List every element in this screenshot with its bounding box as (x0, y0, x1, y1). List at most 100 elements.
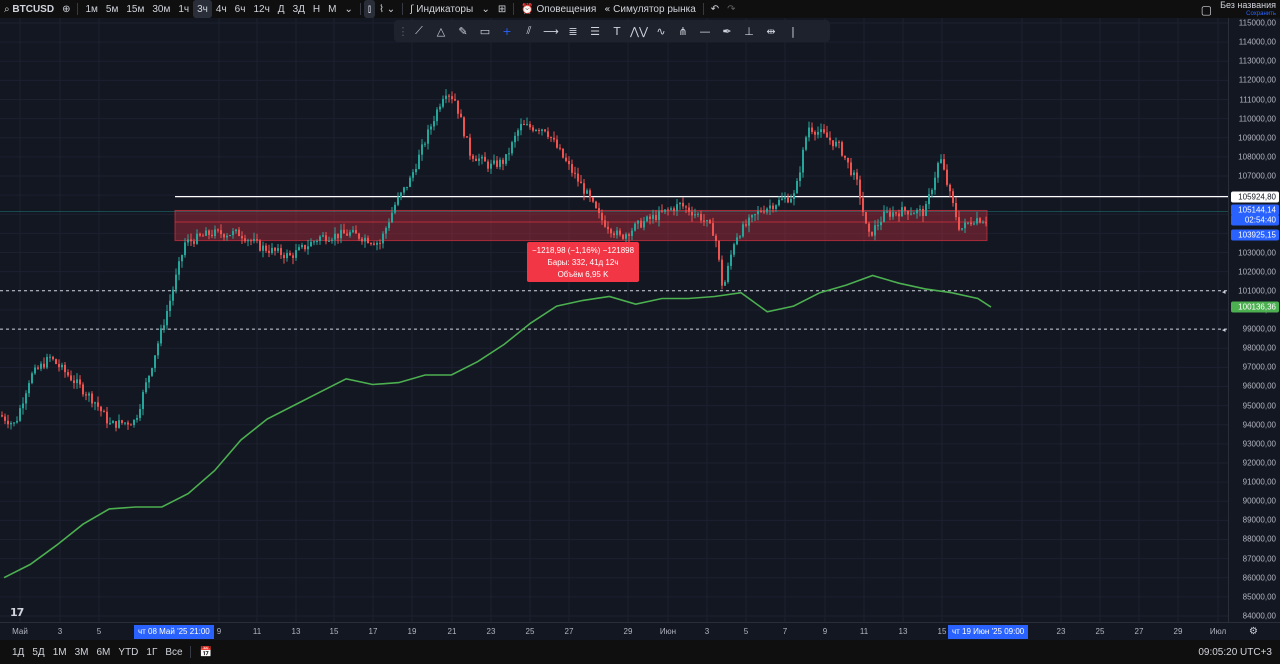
candle-body (205, 230, 207, 236)
interval-button[interactable]: 6ч (231, 0, 250, 18)
interval-button[interactable]: 12ч (249, 0, 273, 18)
clock-time[interactable]: 09:05:20 UTC+3 (1198, 647, 1272, 658)
candle-body (553, 137, 555, 140)
range-button[interactable]: 6М (93, 647, 115, 658)
indicators-button[interactable]: ʃ Индикаторы ⌄ (406, 0, 494, 18)
candle-body (799, 172, 801, 181)
pattern-icon[interactable]: ⋀⋁ (628, 20, 650, 42)
candle-body (283, 255, 285, 259)
range-button[interactable]: 1Д (8, 647, 28, 658)
interval-button[interactable]: 1ч (174, 0, 193, 18)
time-axis[interactable]: Июл29272523211513119753Июн29272523211917… (0, 622, 1280, 640)
interval-button[interactable]: Н (309, 0, 324, 18)
templates-button[interactable]: ⊞ (494, 0, 510, 18)
range-button[interactable]: 3М (71, 647, 93, 658)
interval-button[interactable]: 3Д (289, 0, 309, 18)
compare-add-button[interactable]: ⊕ (58, 0, 74, 18)
candle-body (298, 247, 300, 251)
parallel-channel-icon[interactable]: ⫽ (518, 20, 540, 42)
date-range-icon[interactable]: ⇹ (760, 20, 782, 42)
price-chart[interactable]: ◂◂ (0, 18, 1228, 622)
horizontal-lines-icon[interactable]: ☰ (584, 20, 606, 42)
candle-body (304, 245, 306, 250)
interval-button[interactable]: М (324, 0, 340, 18)
brush-icon[interactable]: ✎ (452, 20, 474, 42)
candle-body (712, 223, 714, 236)
text-icon[interactable]: T (606, 20, 628, 42)
candle-body (289, 253, 291, 256)
symbol-search[interactable]: ⌕ BTCUSD (0, 0, 58, 18)
undo-button[interactable]: ↶ (707, 0, 723, 18)
replay-button[interactable]: « Симулятор рынка (600, 0, 700, 18)
horizontal-ray-icon[interactable]: — (694, 20, 716, 42)
price-label: 84000,00 (1242, 611, 1276, 621)
time-badge-start: чт 08 Май '25 21:00 (134, 625, 214, 639)
top-toolbar: ⌕ BTCUSD ⊕ 1м 5м 15м 30м 1ч 3ч 4ч 6ч 12ч Д 3Д Н М ⌄ … (0, 0, 1280, 18)
range-button[interactable]: 5Д (28, 647, 48, 658)
candle-body (829, 137, 831, 141)
range-button[interactable]: 1М (49, 647, 71, 658)
fib-retracement-icon[interactable]: ≣ (562, 20, 584, 42)
candle-body (691, 211, 693, 216)
candle-body (724, 281, 726, 286)
fib-icon[interactable]: △ (430, 20, 452, 42)
redo-button[interactable]: ↷ (723, 0, 739, 18)
candle-body (343, 229, 345, 234)
time-label: 23 (1056, 627, 1066, 636)
interval-button[interactable]: 3ч (193, 0, 212, 18)
interval-button[interactable]: 1м (81, 0, 101, 18)
interval-dropdown[interactable]: ⌄ (341, 0, 357, 18)
chart-style-button[interactable]: ⌇ ⌄ (375, 0, 399, 18)
candle-body (412, 172, 414, 178)
candle-body (946, 169, 948, 185)
layout-menu[interactable]: ▢ Без названия Сохранить (1201, 1, 1276, 19)
candle-body (592, 197, 594, 202)
candle-body (883, 211, 885, 222)
interval-button[interactable]: 15м (122, 0, 148, 18)
settings-icon[interactable]: ⚙ (1249, 626, 1258, 637)
range-button[interactable]: YTD (114, 647, 142, 658)
elliott-icon[interactable]: ∿ (650, 20, 672, 42)
rectangle-icon[interactable]: ▭ (474, 20, 496, 42)
interval-button[interactable]: 4ч (212, 0, 231, 18)
trend-line-icon[interactable]: ⟋ (408, 20, 430, 42)
range-button[interactable]: 1Г (142, 647, 161, 658)
candle-body (919, 208, 921, 210)
candle-body (766, 208, 768, 213)
symbol-name: BTCUSD (12, 3, 55, 15)
candle-body (856, 172, 858, 180)
crosshair-icon[interactable]: + (496, 20, 518, 42)
candle-body (613, 233, 615, 236)
candle-body (748, 217, 750, 226)
candle-body (94, 402, 96, 404)
candle-body (937, 163, 939, 178)
candle-body (499, 159, 501, 167)
ray-icon[interactable]: ⟶ (540, 20, 562, 42)
calendar-icon[interactable]: 📅 (200, 647, 212, 658)
long-position-icon[interactable]: ⊥ (738, 20, 760, 42)
price-badge-ma-value: 100136,36 (1231, 301, 1279, 313)
price-axis[interactable]: 115000,00 114000,00 113000,00 112000,00 1110… (1228, 18, 1280, 622)
divider (402, 3, 404, 15)
pen-icon[interactable]: ✒ (716, 20, 738, 42)
range-button[interactable]: Все (161, 647, 186, 658)
vertical-line-icon[interactable]: | (782, 20, 804, 42)
candle-body (190, 239, 192, 242)
candle-body (373, 243, 375, 245)
candle-body (220, 230, 222, 235)
candle-body (319, 236, 321, 241)
interval-button[interactable]: 5м (102, 0, 122, 18)
drag-handle-icon[interactable]: ⋮ (398, 20, 409, 42)
interval-button[interactable]: Д (274, 0, 289, 18)
candle-body (340, 229, 342, 239)
candle-body (28, 383, 30, 394)
candle-body (208, 230, 210, 235)
chart-type-button[interactable]: ⫾ (363, 0, 376, 18)
candle-body (328, 240, 330, 242)
interval-button[interactable]: 30м (148, 0, 174, 18)
alerts-button[interactable]: ⏰ Оповещения (517, 0, 600, 18)
candle-body (325, 235, 327, 242)
pitchfork-icon[interactable]: ⋔ (672, 20, 694, 42)
candle-body (571, 164, 573, 173)
candle-body (871, 231, 873, 236)
